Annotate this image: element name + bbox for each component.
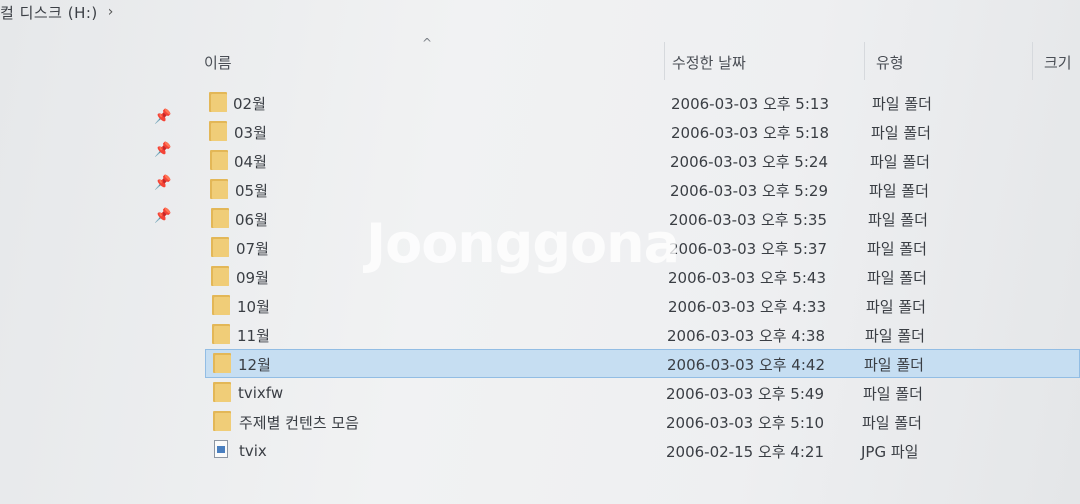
file-modified-date: 2006-03-03 오후 5:13	[671, 94, 829, 113]
sort-ascending-icon: ^	[422, 36, 433, 50]
file-type: 파일 폴더	[867, 268, 927, 287]
file-modified-date: 2006-03-03 오후 5:10	[666, 413, 824, 432]
file-modified-date: 2006-03-03 오후 4:33	[668, 297, 826, 316]
file-name[interactable]: tvixfw	[238, 382, 283, 404]
file-name[interactable]: 06월	[235, 208, 268, 230]
file-type: 파일 폴더	[863, 384, 923, 403]
column-size-header[interactable]: 크기	[1044, 51, 1072, 73]
file-type: 파일 폴더	[867, 239, 927, 258]
column-type-header[interactable]: 유형	[876, 51, 904, 73]
file-modified-date: 2006-03-03 오후 5:29	[670, 181, 828, 200]
file-type: 파일 폴더	[862, 413, 922, 432]
folder-icon	[213, 353, 231, 373]
file-row[interactable]: 12월 2006-03-03 오후 4:42 파일 폴더	[0, 349, 1080, 378]
file-type: 파일 폴더	[866, 297, 926, 316]
file-row[interactable]: 10월 2006-03-03 오후 4:33 파일 폴더	[0, 291, 1080, 320]
file-type: 파일 폴더	[870, 152, 930, 171]
chevron-right-icon[interactable]: ›	[108, 4, 114, 20]
file-type: 파일 폴더	[869, 181, 929, 200]
column-date-header[interactable]: 수정한 날짜	[672, 51, 746, 73]
folder-icon	[211, 208, 229, 228]
folder-icon	[213, 382, 231, 402]
file-modified-date: 2006-03-03 오후 5:35	[669, 210, 827, 229]
file-row[interactable]: 04월 2006-03-03 오후 5:24 파일 폴더	[0, 146, 1080, 175]
file-row[interactable]: 주제별 컨텐츠 모음 2006-03-03 오후 5:10 파일 폴더	[0, 407, 1080, 436]
file-modified-date: 2006-03-03 오후 5:49	[666, 384, 824, 403]
file-name[interactable]: 03월	[234, 121, 267, 143]
file-row[interactable]: 11월 2006-03-03 오후 4:38 파일 폴더	[0, 320, 1080, 349]
file-type: 파일 폴더	[871, 123, 931, 142]
column-divider[interactable]	[1032, 42, 1033, 80]
file-modified-date: 2006-03-03 오후 4:42	[667, 355, 825, 374]
folder-icon	[211, 266, 229, 286]
column-header: ^ 이름 수정한 날짜 유형 크기	[186, 36, 1080, 86]
folder-icon	[210, 179, 228, 199]
column-name-header[interactable]: 이름	[204, 51, 232, 73]
file-modified-date: 2006-03-03 오후 5:18	[671, 123, 829, 142]
file-name[interactable]: 주제별 컨텐츠 모음	[239, 411, 359, 433]
file-name[interactable]: 11월	[237, 324, 270, 346]
file-row[interactable]: 09월 2006-03-03 오후 5:43 파일 폴더	[0, 262, 1080, 291]
folder-icon	[210, 150, 228, 170]
column-divider[interactable]	[664, 42, 665, 80]
file-modified-date: 2006-03-03 오후 5:37	[669, 239, 827, 258]
file-type: 파일 폴더	[865, 326, 925, 345]
file-name[interactable]: 07월	[236, 237, 269, 259]
address-breadcrumb[interactable]: 컬 디스크 (H:) ›	[0, 0, 1080, 24]
image-file-icon	[214, 440, 228, 458]
file-row[interactable]: tvixfw 2006-03-03 오후 5:49 파일 폴더	[0, 378, 1080, 407]
folder-icon	[212, 324, 230, 344]
file-modified-date: 2006-02-15 오후 4:21	[666, 442, 824, 461]
file-name[interactable]: tvix	[239, 440, 267, 462]
file-modified-date: 2006-03-03 오후 4:38	[667, 326, 825, 345]
file-row[interactable]: 02월 2006-03-03 오후 5:13 파일 폴더	[0, 88, 1080, 117]
file-row[interactable]: 03월 2006-03-03 오후 5:18 파일 폴더	[0, 117, 1080, 146]
file-name[interactable]: 05월	[235, 179, 268, 201]
file-row[interactable]: 06월 2006-03-03 오후 5:35 파일 폴더	[0, 204, 1080, 233]
file-row[interactable]: 05월 2006-03-03 오후 5:29 파일 폴더	[0, 175, 1080, 204]
file-name[interactable]: 02월	[233, 92, 266, 114]
file-modified-date: 2006-03-03 오후 5:24	[670, 152, 828, 171]
file-name[interactable]: 10월	[237, 295, 270, 317]
file-name[interactable]: 09월	[236, 266, 269, 288]
file-row[interactable]: 07월 2006-03-03 오후 5:37 파일 폴더	[0, 233, 1080, 262]
file-name[interactable]: 04월	[234, 150, 267, 172]
column-divider[interactable]	[864, 42, 865, 80]
file-modified-date: 2006-03-03 오후 5:43	[668, 268, 826, 287]
selection-highlight	[205, 349, 1080, 378]
file-type: 파일 폴더	[864, 355, 924, 374]
breadcrumb-drive[interactable]: 컬 디스크 (H:)	[0, 2, 98, 23]
file-type: 파일 폴더	[868, 210, 928, 229]
folder-icon	[211, 237, 229, 257]
file-row[interactable]: tvix 2006-02-15 오후 4:21 JPG 파일	[0, 436, 1080, 465]
file-type: 파일 폴더	[872, 94, 932, 113]
folder-icon	[209, 121, 227, 141]
file-explorer-window: 컬 디스크 (H:) › 📌 📌 📌 📌 ^ 이름 수정한 날짜 유형 크기 0…	[0, 0, 1080, 504]
folder-icon	[212, 295, 230, 315]
file-name[interactable]: 12월	[238, 353, 271, 375]
folder-icon	[209, 92, 227, 112]
file-type: JPG 파일	[861, 442, 919, 461]
folder-icon	[213, 411, 231, 431]
